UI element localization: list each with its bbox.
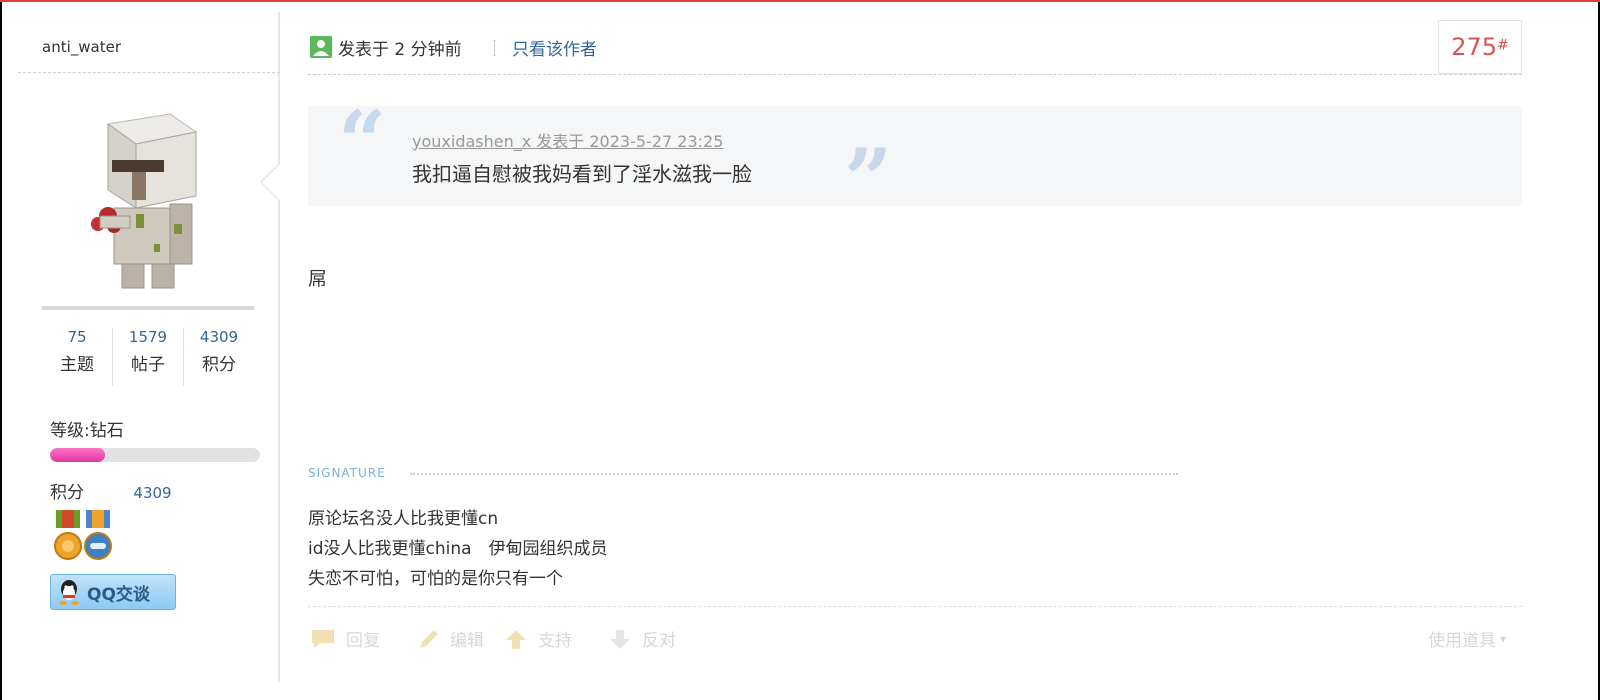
oppose-button[interactable]: 反对 xyxy=(608,626,676,651)
stat-posts[interactable]: 1579 帖子 xyxy=(113,328,184,386)
signature-line: 失恋不可怕，可怕的是你只有一个 xyxy=(308,569,563,589)
arrow-up-icon xyxy=(506,629,526,649)
author-sidebar: anti_water 75 主题 1579 帖子 4309 积分 等级:钻石 积… xyxy=(18,12,280,682)
quote-block: “ youxidashen_x 发表于 2023-5-27 23:25 我扣逼自… xyxy=(308,100,1522,222)
stat-points-label: 积分 xyxy=(202,355,236,375)
stat-points[interactable]: 4309 积分 xyxy=(184,328,254,386)
signature-header: SIGNATURE xyxy=(308,466,1178,482)
points-row: 积分 4309 xyxy=(50,478,172,503)
floor-suffix: # xyxy=(1497,37,1509,54)
sidebar-divider xyxy=(18,72,280,73)
use-tools-dropdown[interactable]: 使用道具 ▾ xyxy=(1428,626,1506,651)
post-body: 屌 xyxy=(308,268,328,290)
qq-penguin-icon xyxy=(59,580,79,605)
reply-label: 回复 xyxy=(346,631,380,651)
stat-threads-value: 75 xyxy=(67,328,87,346)
points-value: 4309 xyxy=(133,484,172,502)
use-tools-label: 使用道具 xyxy=(1427,631,1496,651)
signature-title: SIGNATURE xyxy=(308,466,386,480)
open-quote-icon: “ xyxy=(338,92,387,191)
reply-button[interactable]: 回复 xyxy=(310,626,380,651)
stat-threads[interactable]: 75 主题 xyxy=(42,328,113,386)
sidebar-pointer xyxy=(260,162,280,202)
chevron-down-icon: ▾ xyxy=(1499,631,1506,646)
signature-line: id没人比我更懂china 伊甸园组织成员 xyxy=(308,539,608,559)
support-label: 支持 xyxy=(538,631,572,651)
floor-number: 275 xyxy=(1451,33,1498,61)
author-name-link[interactable]: anti_water xyxy=(42,38,121,56)
quote-text: 我扣逼自慰被我妈看到了淫水滋我一脸 xyxy=(412,162,752,186)
edit-label: 编辑 xyxy=(450,631,484,651)
avatar-image[interactable] xyxy=(78,104,228,294)
header-divider xyxy=(308,74,1522,75)
oppose-label: 反对 xyxy=(642,631,676,651)
post-time: 发表于 2 分钟前 xyxy=(338,40,462,60)
stat-threads-label: 主题 xyxy=(60,355,94,375)
actions-divider xyxy=(308,606,1522,607)
author-level[interactable]: 等级:钻石 xyxy=(50,416,124,441)
edit-icon xyxy=(420,629,438,648)
post-header: 发表于 2 分钟前 只看该作者 275# xyxy=(308,12,1522,74)
points-label: 积分 xyxy=(50,483,84,503)
stat-points-value: 4309 xyxy=(199,328,239,346)
header-separator xyxy=(494,40,495,56)
quote-meta-link[interactable]: youxidashen_x 发表于 2023-5-27 23:25 xyxy=(412,128,723,152)
stat-posts-label: 帖子 xyxy=(131,355,165,375)
medals-icon[interactable] xyxy=(50,510,120,566)
signature-divider xyxy=(410,473,1178,475)
reply-icon xyxy=(312,629,334,648)
level-progress-fill xyxy=(50,448,105,462)
forum-post-panel: anti_water 75 主题 1579 帖子 4309 积分 等级:钻石 积… xyxy=(2,2,1598,700)
user-online-icon xyxy=(310,36,332,58)
avatar-underline xyxy=(42,306,254,310)
close-quote-icon: ” xyxy=(844,130,893,229)
stat-posts-value: 1579 xyxy=(128,328,168,346)
edit-button[interactable]: 编辑 xyxy=(416,626,484,651)
qq-chat-button[interactable]: QQ交谈 xyxy=(50,574,176,610)
screen: anti_water 75 主题 1579 帖子 4309 积分 等级:钻石 积… xyxy=(0,0,1600,700)
post-content: 发表于 2 分钟前 只看该作者 275# “ youxidashen_x 发表于… xyxy=(308,12,1522,682)
only-author-link[interactable]: 只看该作者 xyxy=(512,35,597,60)
support-button[interactable]: 支持 xyxy=(504,626,572,651)
qq-chat-label: QQ交谈 xyxy=(87,584,150,605)
signature-line: 原论坛名没人比我更懂cn xyxy=(308,509,499,529)
author-stats: 75 主题 1579 帖子 4309 积分 xyxy=(42,328,254,386)
post-actions: 回复 编辑 支持 反对 使用道具 ▾ xyxy=(308,622,1522,654)
level-progress-bar xyxy=(50,448,260,462)
arrow-down-icon xyxy=(610,629,630,649)
floor-number-badge[interactable]: 275# xyxy=(1438,20,1522,74)
signature: 原论坛名没人比我更懂cn id没人比我更懂china 伊甸园组织成员 失恋不可怕… xyxy=(308,504,608,594)
